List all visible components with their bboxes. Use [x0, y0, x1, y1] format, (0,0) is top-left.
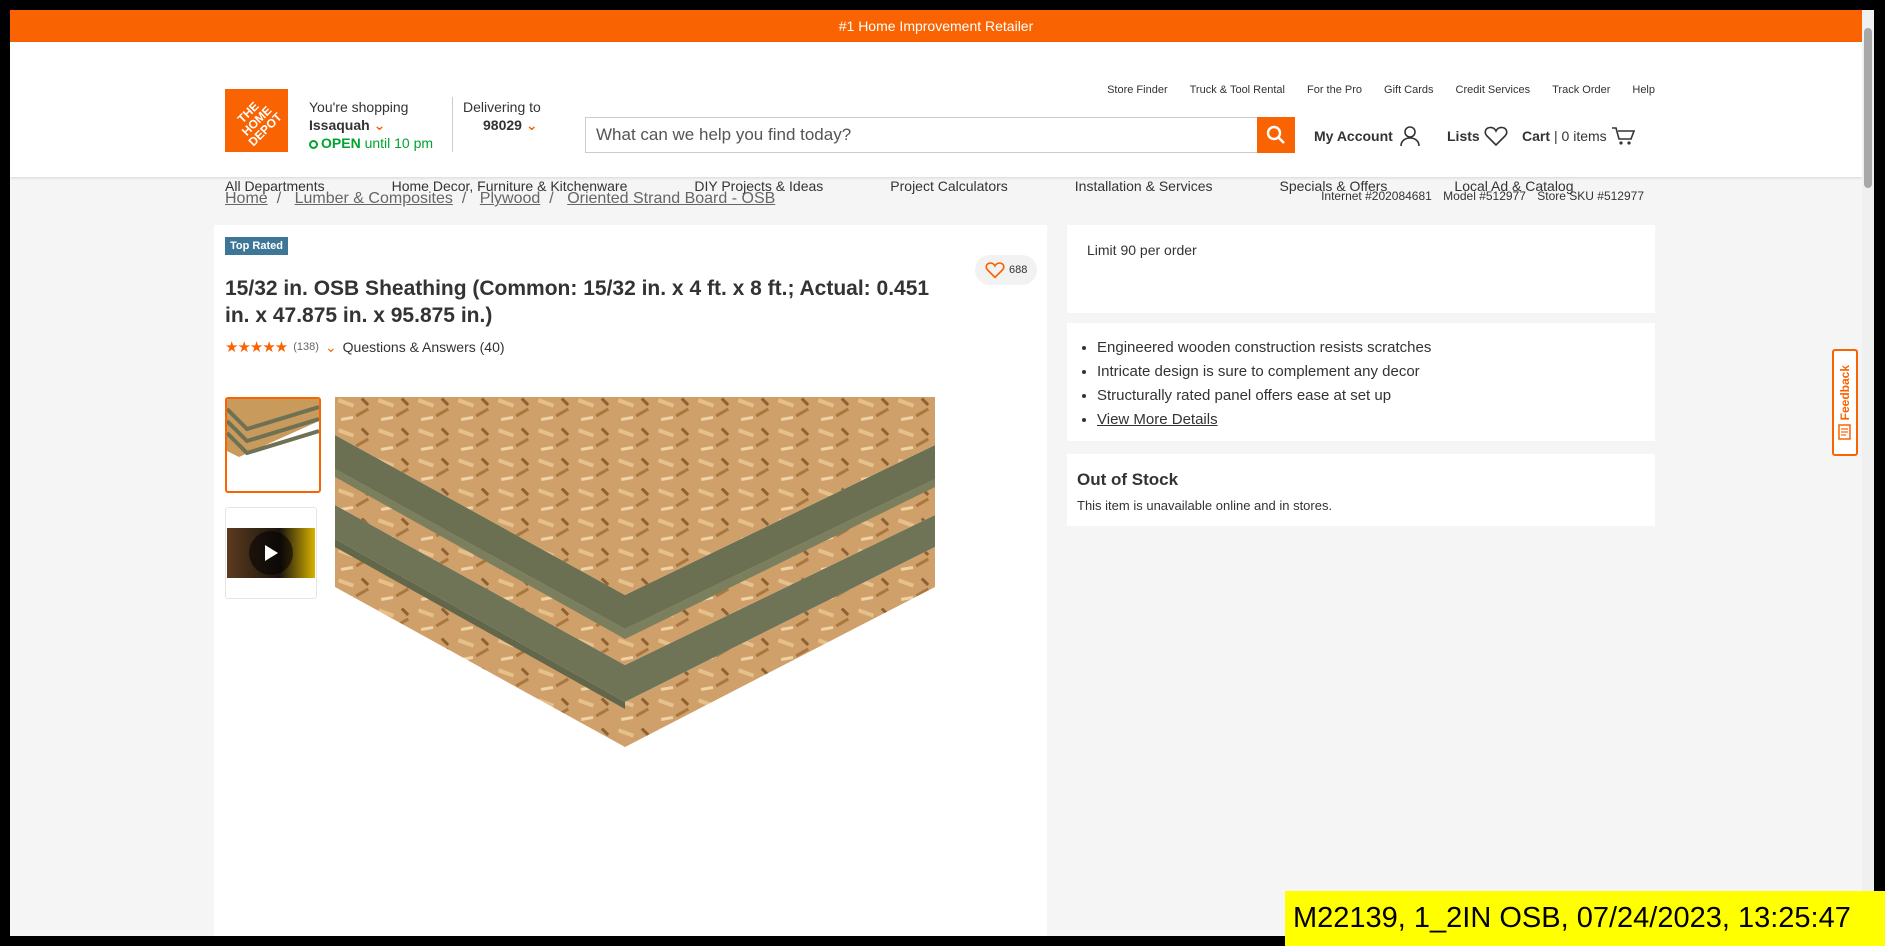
scrollbar-thumb[interactable]	[1864, 28, 1872, 188]
feedback-tab[interactable]: Feedback	[1832, 349, 1858, 456]
highlight-item: Structurally rated panel offers ease at …	[1097, 384, 1431, 408]
chevron-down-icon[interactable]: ⌄	[526, 117, 538, 133]
cart-icon	[1611, 127, 1635, 145]
breadcrumb-osb[interactable]: Oriented Strand Board - OSB	[567, 190, 775, 207]
site-header: THE HOME DEPOT You're shopping Issaquah ⌄ …	[10, 42, 1862, 194]
heart-icon	[1484, 126, 1508, 147]
utility-link-credit-services[interactable]: Credit Services	[1456, 84, 1531, 96]
feedback-label: Feedback	[1838, 364, 1852, 421]
product-title: 15/32 in. OSB Sheathing (Common: 15/32 i…	[225, 277, 930, 327]
stock-status-card: Out of Stock This item is unavailable on…	[1067, 454, 1655, 526]
product-ids: Internet #202084681 Model #512977 Store …	[1313, 189, 1644, 203]
nav-installation-services[interactable]: Installation & Services	[1075, 178, 1213, 194]
breadcrumb-home[interactable]: Home	[225, 190, 268, 207]
stock-title: Out of Stock	[1077, 470, 1179, 489]
store-hours: until 10 pm	[364, 135, 434, 151]
lists-button[interactable]: Lists	[1447, 125, 1508, 147]
purchase-limit-card: Limit 90 per order	[1067, 225, 1655, 313]
delivery-zip-selector[interactable]: Delivering to 98029 ⌄	[463, 98, 541, 134]
search-input[interactable]	[586, 118, 1256, 152]
breadcrumb-plywood[interactable]: Plywood	[480, 190, 540, 207]
delivery-label: Delivering to	[463, 99, 541, 115]
my-account-button[interactable]: My Account	[1314, 125, 1421, 147]
store-selector[interactable]: You're shopping Issaquah ⌄ OPEN until 10…	[309, 98, 433, 152]
utility-link-for-the-pro[interactable]: For the Pro	[1307, 84, 1362, 96]
star-rating[interactable]: ★★★★★	[225, 338, 288, 356]
search-icon	[1266, 125, 1285, 144]
store-name[interactable]: Issaquah	[309, 117, 370, 133]
purchase-limit: Limit 90 per order	[1087, 242, 1197, 258]
product-highlights-card: Engineered wooden construction resists s…	[1067, 323, 1655, 441]
utility-link-help[interactable]: Help	[1632, 84, 1655, 96]
header-divider	[452, 97, 453, 152]
promo-text: #1 Home Improvement Retailer	[838, 18, 1034, 34]
home-depot-logo[interactable]: THE HOME DEPOT	[225, 89, 288, 152]
chevron-down-icon[interactable]: ⌄	[374, 117, 386, 133]
timestamp-overlay: M22139, 1_2IN OSB, 07/24/2023, 13:25:47	[1285, 891, 1885, 946]
play-icon[interactable]	[249, 531, 293, 575]
thumbnail-image-osb[interactable]	[225, 397, 321, 493]
search-bar	[585, 117, 1295, 153]
product-media-card: Top Rated 688 15/32 in. OSB Sheathing (C…	[214, 225, 1047, 936]
heart-icon	[985, 262, 1005, 279]
utility-link-store-finder[interactable]: Store Finder	[1107, 84, 1168, 96]
thumbnail-video[interactable]	[225, 507, 317, 599]
questions-answers-link[interactable]: Questions & Answers (40)	[343, 339, 505, 355]
ratings-row: ★★★★★ (138) ⌄ Questions & Answers (40)	[225, 338, 505, 357]
account-label: My Account	[1314, 128, 1393, 144]
cart-count: | 0 items	[1554, 128, 1607, 144]
open-status-icon	[309, 139, 318, 149]
internet-number: Internet #202084681	[1321, 189, 1432, 203]
utility-nav: Store Finder Truck & Tool Rental For the…	[1107, 84, 1655, 96]
highlight-item: Intricate design is sure to complement a…	[1097, 360, 1431, 384]
stock-text: This item is unavailable online and in s…	[1077, 498, 1333, 513]
utility-link-track-order[interactable]: Track Order	[1552, 84, 1610, 96]
lists-label: Lists	[1447, 128, 1480, 144]
cart-button[interactable]: Cart | 0 items	[1522, 125, 1635, 147]
favorite-button[interactable]: 688	[975, 255, 1038, 285]
feedback-icon	[1838, 424, 1851, 440]
favorite-count: 688	[1009, 264, 1028, 276]
utility-link-truck-tool-rental[interactable]: Truck & Tool Rental	[1190, 84, 1285, 96]
vertical-scrollbar[interactable]	[1862, 10, 1874, 936]
nav-project-calculators[interactable]: Project Calculators	[890, 178, 1008, 194]
delivery-zip[interactable]: 98029	[483, 117, 522, 133]
product-image-osb-sheets[interactable]	[335, 397, 935, 777]
view-more-details-link[interactable]: View More Details	[1097, 411, 1218, 428]
promo-banner[interactable]: #1 Home Improvement Retailer	[10, 10, 1862, 42]
review-count[interactable]: (138)	[293, 341, 319, 353]
breadcrumb: Home / Lumber & Composites / Plywood / Orie…	[225, 190, 776, 207]
user-icon	[1400, 126, 1420, 147]
highlight-item: Engineered wooden construction resists s…	[1097, 336, 1431, 360]
store-sku: Store SKU #512977	[1537, 189, 1644, 203]
breadcrumb-lumber[interactable]: Lumber & Composites	[295, 190, 453, 207]
model-number: Model #512977	[1443, 189, 1526, 203]
utility-link-gift-cards[interactable]: Gift Cards	[1384, 84, 1434, 96]
browser-viewport: #1 Home Improvement Retailer THE HOME DEPO…	[10, 10, 1862, 936]
chevron-down-icon[interactable]: ⌄	[325, 339, 337, 356]
top-rated-badge: Top Rated	[225, 237, 288, 255]
cart-label: Cart	[1522, 128, 1551, 144]
store-open-status: OPEN	[321, 135, 361, 151]
store-label: You're shopping	[309, 99, 409, 115]
search-button[interactable]	[1257, 117, 1295, 153]
